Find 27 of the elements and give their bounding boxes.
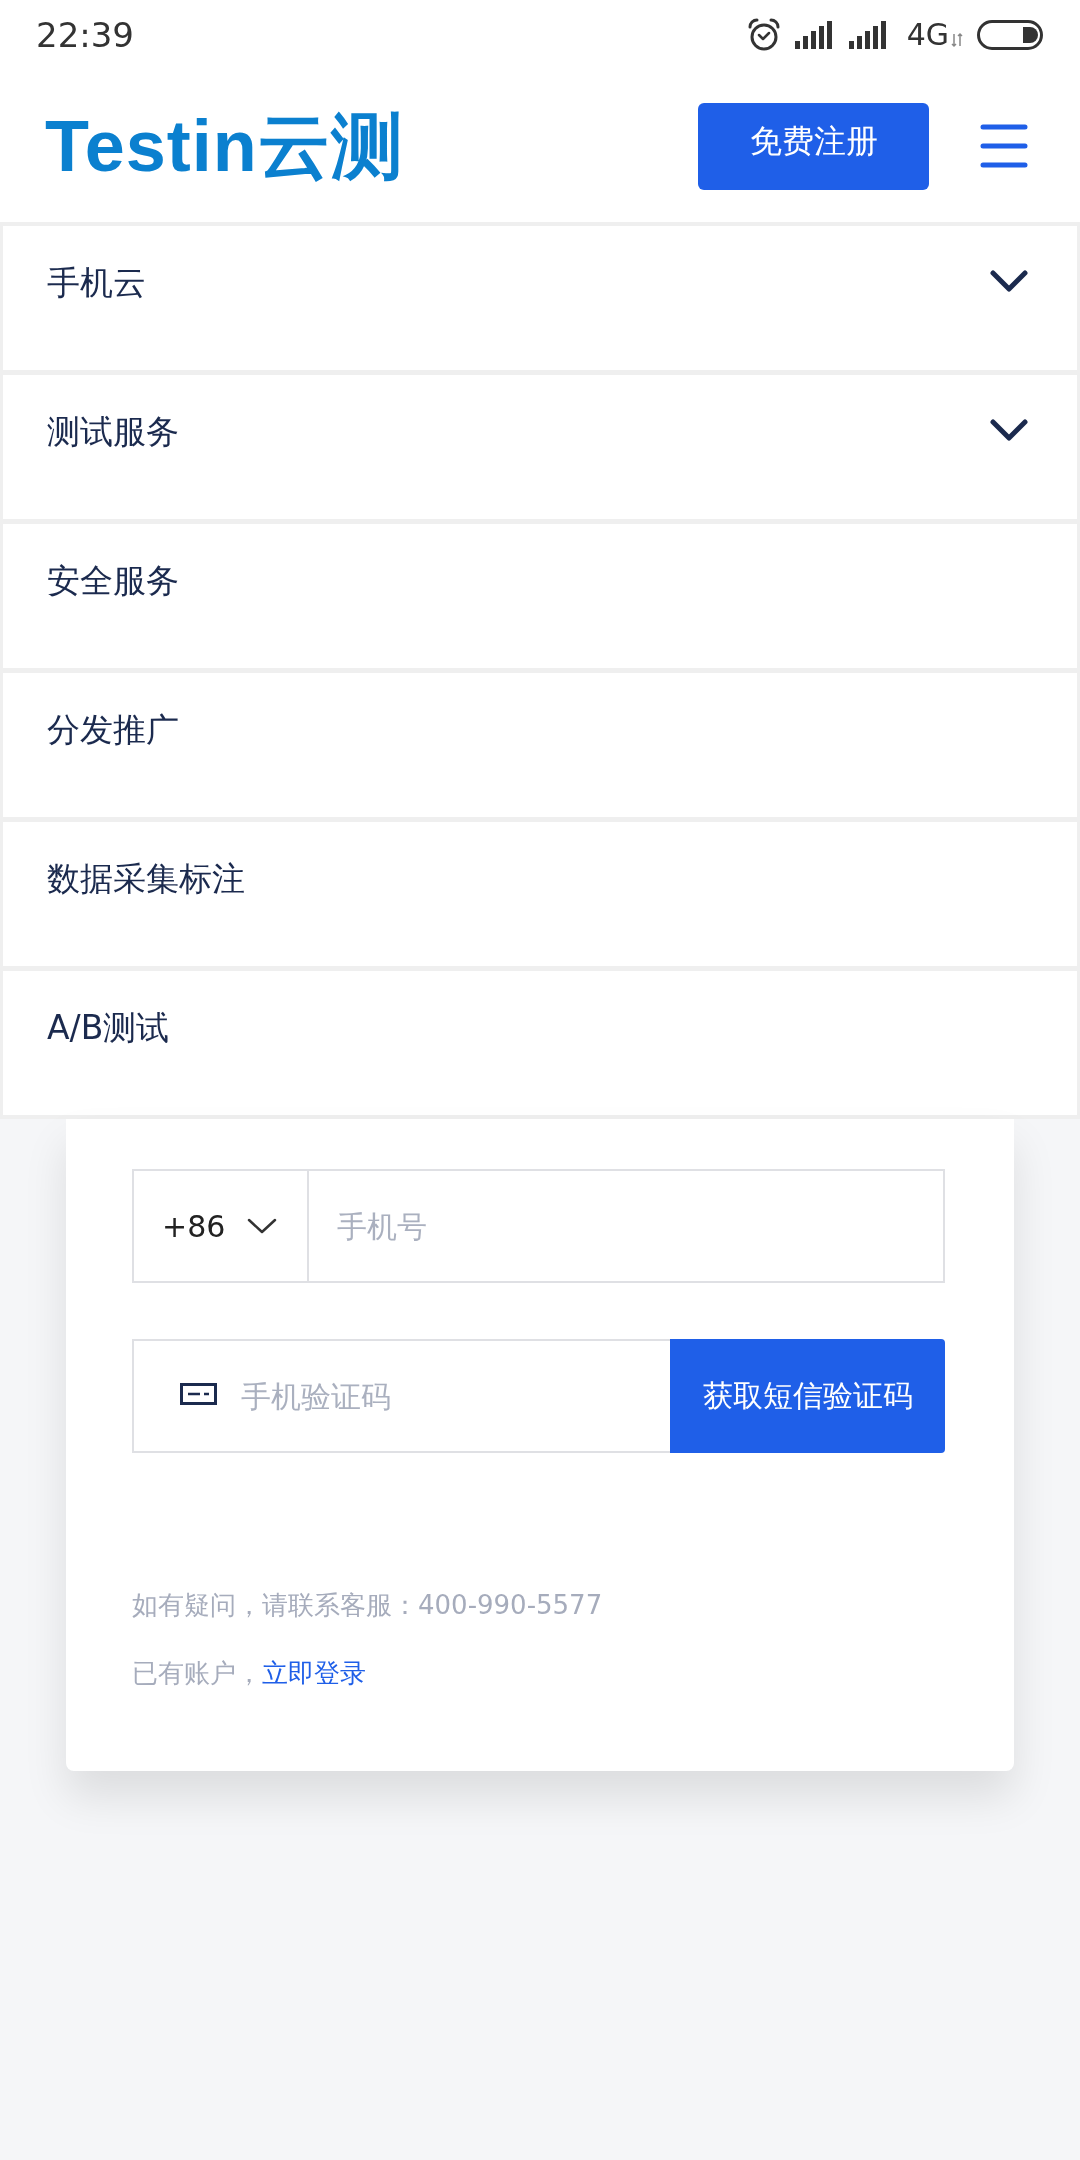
help-text: 如有疑问，请联系客服：400-990-5577: [132, 1589, 604, 1622]
status-time: 22:39: [36, 15, 134, 55]
chevron-down-icon: [990, 270, 1028, 292]
get-sms-code-button[interactable]: 获取短信验证码: [670, 1339, 945, 1453]
sms-code-input[interactable]: 手机验证码: [132, 1339, 670, 1453]
register-button[interactable]: 免费注册: [698, 102, 929, 190]
signal-icon: [794, 21, 835, 49]
card-icon: [180, 1383, 217, 1405]
menu-item[interactable]: A/B测试: [3, 971, 1077, 1115]
alarm-clock-icon: [746, 18, 781, 52]
network-type: 4G: [906, 18, 949, 52]
menu-item[interactable]: 分发推广: [3, 673, 1077, 817]
menu-icon[interactable]: [980, 124, 1028, 168]
signal-icon: [848, 21, 889, 49]
data-arrows-icon: [951, 32, 963, 48]
logo[interactable]: Testin云测: [45, 106, 404, 186]
menu-item[interactable]: 测试服务: [3, 375, 1077, 519]
menu-item[interactable]: 安全服务: [3, 524, 1077, 668]
battery-icon: [977, 20, 1043, 50]
phone-input[interactable]: 手机号: [309, 1169, 945, 1283]
country-code-select[interactable]: +86: [132, 1169, 309, 1283]
login-link[interactable]: 立即登录: [262, 1658, 366, 1688]
login-prompt: 已有账户，立即登录: [132, 1657, 367, 1690]
menu-item[interactable]: 手机云: [3, 226, 1077, 370]
chevron-down-icon: [990, 419, 1028, 441]
caret-icon: [247, 1218, 278, 1234]
menu-item[interactable]: 数据采集标注: [3, 822, 1077, 966]
